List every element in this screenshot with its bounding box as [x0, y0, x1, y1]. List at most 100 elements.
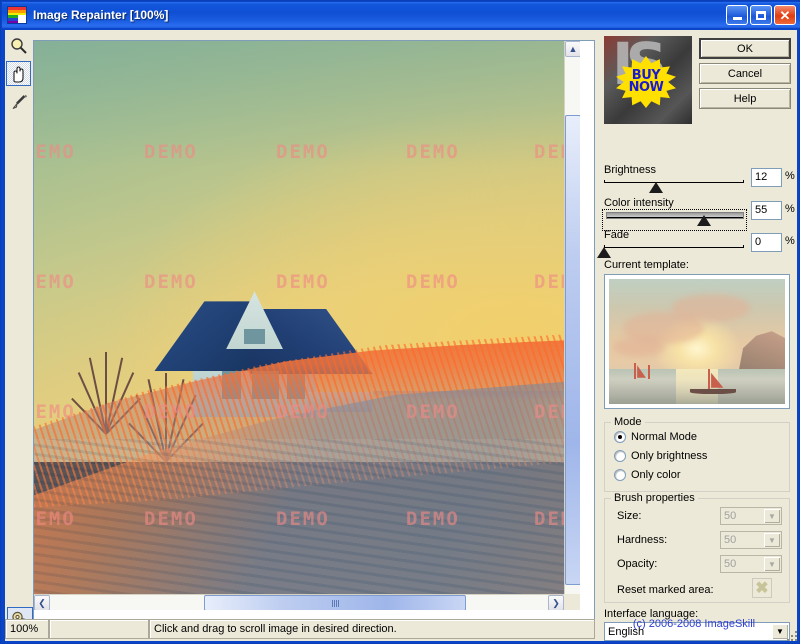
brush-size-input[interactable]: 50 ▼ [720, 507, 782, 525]
status-bar: 100% Click and drag to scroll image in d… [5, 619, 595, 639]
radio-indicator [614, 469, 626, 481]
canvas-vertical-scrollbar[interactable]: ▲ ▼ [564, 41, 580, 610]
reset-marked-area-label: Reset marked area: [617, 584, 714, 596]
watermark: DEMO [144, 401, 198, 423]
demo-watermarks: DEMO DEMO DEMO DEMO DEMO DEMO DEMO DEMO … [34, 41, 580, 610]
brush-size-value: 50 [724, 510, 737, 522]
brush-hardness-input[interactable]: 50 ▼ [720, 531, 782, 549]
brightness-track [604, 180, 744, 183]
scroll-up-icon: ▲ [568, 44, 578, 54]
cancel-button[interactable]: Cancel [699, 63, 791, 84]
maximize-icon [756, 10, 766, 20]
status-zoom: 100% [5, 619, 49, 639]
window-title: Image Repainter [100%] [33, 8, 169, 22]
control-panel: IS BUY NOW OK Cancel Help Brightness 12 … [597, 30, 797, 641]
title-bar[interactable]: Image Repainter [100%] ✕ [2, 2, 800, 28]
brightness-thumb[interactable] [649, 182, 664, 193]
pan-tool[interactable] [6, 61, 31, 86]
radio-label: Normal Mode [631, 431, 698, 443]
brush-properties-group: Brush properties Size: 50 ▼ Hardness: 50… [604, 492, 790, 603]
photo-dune-house: DEMO DEMO DEMO DEMO DEMO DEMO DEMO DEMO … [34, 41, 580, 610]
hand-icon [13, 65, 24, 83]
brightness-value[interactable]: 12 [751, 168, 782, 187]
resize-grip[interactable] [783, 627, 797, 641]
radio-only-color[interactable]: Only color [614, 469, 681, 481]
dialog-buttons: OK Cancel Help [699, 38, 791, 113]
color-intensity-value[interactable]: 55 [751, 201, 782, 220]
radio-normal-mode[interactable]: Normal Mode [614, 431, 697, 443]
chevron-down-icon[interactable]: ▼ [764, 533, 780, 547]
radio-only-brightness[interactable]: Only brightness [614, 450, 707, 462]
mode-legend: Mode [611, 416, 645, 428]
close-button[interactable]: ✕ [774, 5, 796, 25]
color-intensity-unit: % [785, 203, 795, 215]
watermark: DEMO [406, 508, 460, 530]
brush-icon [12, 94, 27, 109]
chevron-down-icon[interactable]: ▼ [764, 509, 780, 523]
radio-indicator [614, 431, 626, 443]
product-logo: IS BUY NOW [604, 36, 692, 124]
scroll-right-icon: ❯ [552, 597, 560, 608]
fade-track [604, 245, 744, 248]
brush-opacity-label: Opacity: [617, 558, 658, 570]
application-window: Image Repainter [100%] ✕ EMO DEMO DEMO D… [0, 0, 800, 644]
color-intensity-track [606, 212, 744, 219]
image-canvas-frame: DEMO DEMO DEMO DEMO DEMO DEMO DEMO DEMO … [33, 40, 595, 625]
buy-now-line2: NOW [628, 80, 664, 95]
watermark: DEMO [144, 271, 198, 293]
brush-tool[interactable] [6, 89, 31, 114]
watermark: DEMO [276, 141, 330, 163]
fade-unit: % [785, 235, 795, 247]
fade-thumb[interactable] [597, 247, 611, 258]
copyright-text: (c) 2006-2008 ImageSkill [632, 618, 756, 630]
brush-opacity-input[interactable]: 50 ▼ [720, 555, 782, 573]
brush-size-label: Size: [617, 510, 642, 522]
brush-hardness-value: 50 [724, 534, 737, 546]
brush-opacity-value: 50 [724, 558, 737, 570]
scroll-thumb-grip [205, 596, 465, 610]
scroll-up-button[interactable]: ▲ [565, 41, 580, 57]
window-controls: ✕ [726, 5, 796, 25]
watermark: DEMO [406, 141, 460, 163]
watermark: DEMO [34, 141, 76, 163]
brightness-label: Brightness [604, 164, 656, 176]
maximize-button[interactable] [750, 5, 772, 25]
scroll-left-button[interactable]: ❮ [34, 595, 50, 610]
chevron-down-icon[interactable]: ▼ [764, 557, 780, 571]
brush-legend: Brush properties [611, 492, 698, 504]
fade-value[interactable]: 0 [751, 233, 782, 252]
watermark: DEMO [406, 401, 460, 423]
ok-button[interactable]: OK [699, 38, 791, 59]
status-hint: Click and drag to scroll image in desire… [149, 619, 595, 639]
color-intensity-thumb[interactable] [696, 215, 711, 226]
radio-indicator [614, 450, 626, 462]
current-template-label: Current template: [604, 259, 689, 271]
watermark: DEMO [34, 401, 76, 423]
fade-label: Fade [604, 229, 630, 241]
template-artwork [609, 279, 785, 404]
horizontal-scroll-thumb[interactable] [204, 595, 466, 610]
status-secondary [49, 619, 149, 639]
radio-label: Only color [631, 469, 681, 481]
canvas-horizontal-scrollbar[interactable]: ❮ ❯ [34, 594, 580, 610]
watermark: DEMO [276, 271, 330, 293]
watermark: DEMO [406, 271, 460, 293]
radio-label: Only brightness [631, 450, 708, 462]
minimize-icon [732, 17, 742, 20]
watermark: DEMO [276, 401, 330, 423]
x-icon: ✖ [755, 580, 769, 597]
brush-hardness-label: Hardness: [617, 534, 668, 546]
minimize-button[interactable] [726, 5, 748, 25]
watermark: DEMO [144, 141, 198, 163]
vertical-scroll-thumb[interactable] [565, 115, 580, 585]
zoom-tool[interactable] [6, 33, 31, 58]
scroll-right-button[interactable]: ❯ [548, 595, 564, 610]
close-icon: ✕ [779, 7, 791, 23]
watermark: DEMO [34, 508, 76, 530]
image-canvas[interactable]: DEMO DEMO DEMO DEMO DEMO DEMO DEMO DEMO … [34, 41, 580, 610]
reset-marked-area-button[interactable]: ✖ [752, 578, 772, 598]
template-preview[interactable] [604, 274, 790, 409]
help-button[interactable]: Help [699, 88, 791, 109]
rainbow-icon [7, 6, 27, 24]
brightness-unit: % [785, 170, 795, 182]
